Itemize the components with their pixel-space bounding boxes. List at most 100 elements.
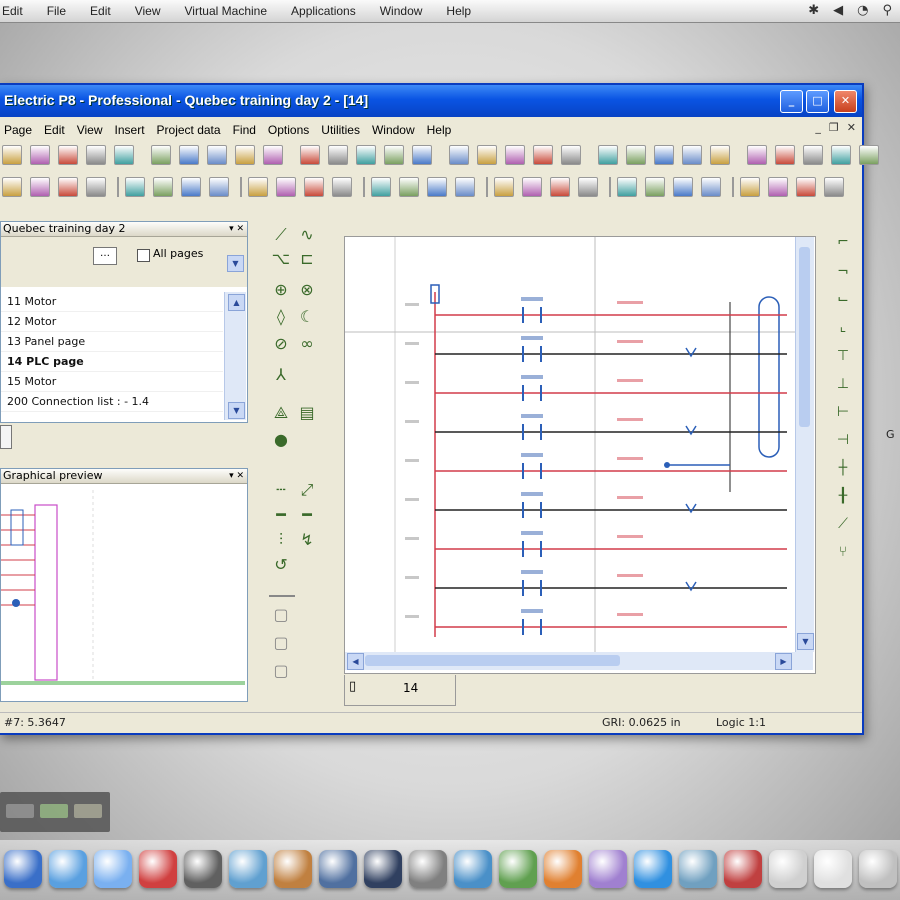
link-tool-icon[interactable]: ━ xyxy=(271,505,291,525)
volume-icon[interactable]: ◀ xyxy=(833,3,843,18)
standard-tool-icon[interactable] xyxy=(58,145,78,165)
scroll-right-icon[interactable]: ▶ xyxy=(775,653,792,670)
standard-tool-icon[interactable] xyxy=(654,145,674,165)
shelf-item-icon[interactable] xyxy=(6,804,34,818)
standard-tool-icon[interactable] xyxy=(2,145,22,165)
standard-tool-icon[interactable] xyxy=(235,145,255,165)
dropdown-arrow-icon[interactable]: ▼ xyxy=(227,255,244,272)
rect-tool-icon[interactable]: ▢ xyxy=(271,633,291,653)
dock-app-icon[interactable] xyxy=(139,850,177,888)
standard-tool-icon[interactable] xyxy=(449,145,469,165)
interruption-tool-icon[interactable]: ⊘ xyxy=(271,334,291,354)
menu-find[interactable]: Find xyxy=(233,123,256,137)
standard-tool-icon[interactable] xyxy=(86,145,106,165)
horizontal-scroll-thumb[interactable] xyxy=(365,655,620,666)
symbol-tool-icon[interactable] xyxy=(304,177,324,197)
scroll-up-icon[interactable]: ▲ xyxy=(228,294,245,311)
close-button[interactable]: ✕ xyxy=(834,90,857,113)
standard-tool-icon[interactable] xyxy=(328,145,348,165)
preview-close-icon[interactable]: ▾ ✕ xyxy=(229,469,244,483)
tee-down-icon[interactable]: ⊤ xyxy=(834,347,852,365)
symbol-tool-icon[interactable] xyxy=(209,177,229,197)
symbol-tool-icon[interactable] xyxy=(796,177,816,197)
line-tool-icon[interactable]: ⟋ xyxy=(271,225,291,245)
tjunction-tool-icon[interactable]: ⊗ xyxy=(297,280,317,300)
menu-view[interactable]: View xyxy=(77,123,103,137)
tee-up-icon[interactable]: ⊥ xyxy=(834,375,852,393)
canvas-vertical-scrollbar[interactable]: ▼ xyxy=(795,237,814,652)
standard-tool-icon[interactable] xyxy=(114,145,134,165)
symbol-tool-icon[interactable] xyxy=(740,177,760,197)
symbol-tool-icon[interactable] xyxy=(427,177,447,197)
dock-app-icon[interactable] xyxy=(454,850,492,888)
dock-app-icon[interactable] xyxy=(499,850,537,888)
mac-menu-edit[interactable]: Edit xyxy=(90,4,111,18)
spotlight-icon[interactable]: ⚲ xyxy=(882,3,892,18)
panel-close-icon[interactable]: ▾ ✕ xyxy=(229,222,244,236)
globe-tool-icon[interactable]: ● xyxy=(271,430,291,450)
corner-left-icon[interactable]: ¬ xyxy=(834,263,852,281)
dock-app-icon[interactable] xyxy=(724,850,762,888)
connector-tool-icon[interactable]: ⌥ xyxy=(271,249,291,269)
symbol-tool-icon[interactable] xyxy=(30,177,50,197)
schematic-drawing[interactable] xyxy=(345,237,795,652)
symbol-tool-icon[interactable] xyxy=(550,177,570,197)
rotate-tool-icon[interactable]: ↺ xyxy=(271,555,291,575)
dock-app-icon[interactable] xyxy=(274,850,312,888)
standard-tool-icon[interactable] xyxy=(356,145,376,165)
symbol-tool-icon[interactable] xyxy=(494,177,514,197)
dock-app-icon[interactable] xyxy=(229,850,267,888)
standard-tool-icon[interactable] xyxy=(859,145,879,165)
standard-tool-icon[interactable] xyxy=(151,145,171,165)
tee-right-icon[interactable]: ⊢ xyxy=(834,403,852,421)
dock-app-icon[interactable] xyxy=(544,850,582,888)
shelf-item-icon[interactable] xyxy=(74,804,102,818)
preview-thumbnail[interactable] xyxy=(1,485,245,699)
canvas-scroll-down-icon[interactable]: ▼ xyxy=(797,633,814,650)
corner-tool-icon[interactable]: ⊏ xyxy=(297,249,317,269)
menu-edit[interactable]: Edit xyxy=(44,123,65,137)
dock-app-icon[interactable] xyxy=(319,850,357,888)
cross-icon[interactable]: ┼ xyxy=(834,459,852,477)
clock-icon[interactable]: ◔ xyxy=(857,3,868,18)
standard-tool-icon[interactable] xyxy=(477,145,497,165)
page-list-scrollbar[interactable]: ▲ ▼ xyxy=(224,292,246,420)
symbol-tool-icon[interactable] xyxy=(276,177,296,197)
dock-app-icon[interactable] xyxy=(49,850,87,888)
corner-down-icon[interactable]: ⌞ xyxy=(834,318,852,336)
symbol-tool-icon[interactable] xyxy=(153,177,173,197)
symbol-tool-icon[interactable] xyxy=(522,177,542,197)
symbol-tool-icon[interactable] xyxy=(673,177,693,197)
junction-icon[interactable]: ╂ xyxy=(834,487,852,505)
cable-tool-icon[interactable]: ⅄ xyxy=(271,365,291,385)
page-item[interactable]: 11 Motor xyxy=(1,292,223,312)
symbol-tool-icon[interactable] xyxy=(578,177,598,197)
plc-tool-icon[interactable]: ⟁ xyxy=(271,403,291,423)
circle-tool-icon[interactable]: ▢ xyxy=(271,661,291,681)
dock-app-icon[interactable] xyxy=(589,850,627,888)
standard-tool-icon[interactable] xyxy=(598,145,618,165)
symbol-tool-icon[interactable] xyxy=(332,177,352,197)
standard-tool-icon[interactable] xyxy=(505,145,525,165)
symbol-tool-icon[interactable] xyxy=(86,177,106,197)
symbol-tool-icon[interactable] xyxy=(701,177,721,197)
standard-tool-icon[interactable] xyxy=(561,145,581,165)
standard-tool-icon[interactable] xyxy=(831,145,851,165)
symbol-tool-icon[interactable] xyxy=(181,177,201,197)
navigator-tab[interactable] xyxy=(0,425,12,449)
mac-menu-view[interactable]: View xyxy=(135,4,161,18)
potential-tool-icon[interactable]: ↯ xyxy=(297,530,317,550)
polyline-tool-icon[interactable]: ∿ xyxy=(297,225,317,245)
symbol-tool-icon[interactable] xyxy=(399,177,419,197)
standard-tool-icon[interactable] xyxy=(207,145,227,165)
standard-tool-icon[interactable] xyxy=(682,145,702,165)
standard-tool-icon[interactable] xyxy=(803,145,823,165)
symbol-tool-icon[interactable] xyxy=(824,177,844,197)
dock-app-icon[interactable] xyxy=(859,850,897,888)
dock-app-icon[interactable] xyxy=(94,850,132,888)
shelf-item-icon[interactable] xyxy=(40,804,68,818)
page-tab[interactable]: ▯ 14 xyxy=(344,675,456,706)
page-item[interactable]: 200 Connection list : - 1.4 xyxy=(1,392,223,412)
menu-page[interactable]: Page xyxy=(4,123,32,137)
vertical-scroll-thumb[interactable] xyxy=(799,247,810,427)
